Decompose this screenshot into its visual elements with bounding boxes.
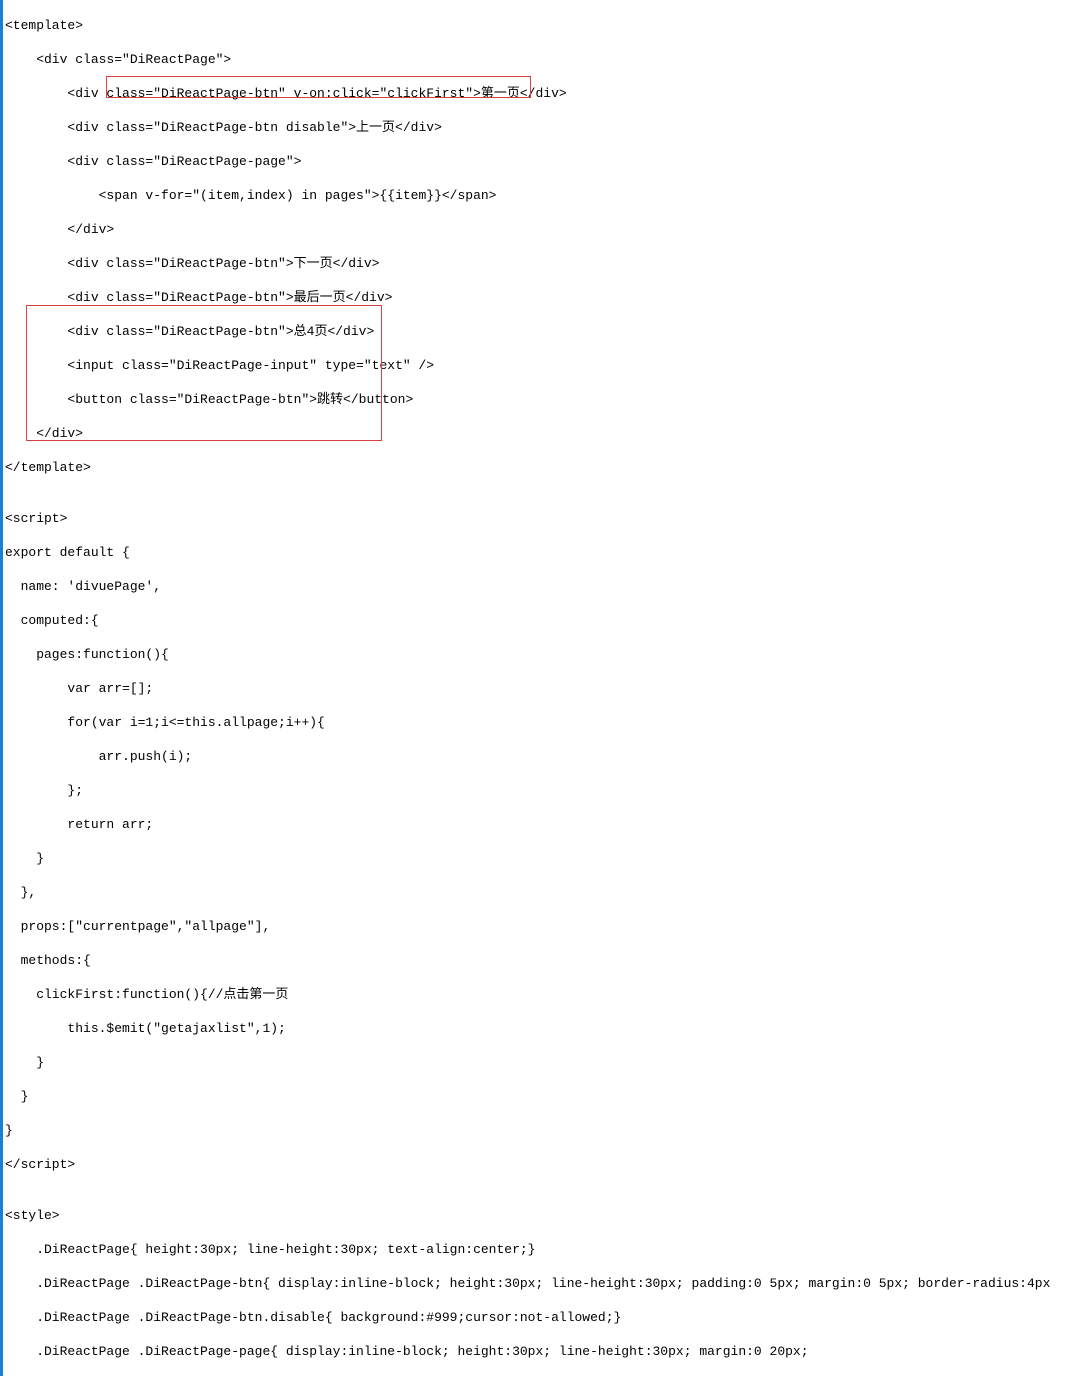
code-line: </script> <box>5 1156 1083 1173</box>
code-line: arr.push(i); <box>5 748 1083 765</box>
code-line: pages:function(){ <box>5 646 1083 663</box>
code-line: <script> <box>5 510 1083 527</box>
code-line: }, <box>5 884 1083 901</box>
code-line: props:["currentpage","allpage"], <box>5 918 1083 935</box>
code-line: <div class="DiReactPage-btn">总4页</div> <box>5 323 1083 340</box>
code-line: .DiReactPage .DiReactPage-btn.disable{ b… <box>5 1309 1083 1326</box>
code-line: <div class="DiReactPage-btn disable">上一页… <box>5 119 1083 136</box>
code-line: </div> <box>5 221 1083 238</box>
code-line: clickFirst:function(){//点击第一页 <box>5 986 1083 1003</box>
code-line: <style> <box>5 1207 1083 1224</box>
code-line: </div> <box>5 425 1083 442</box>
code-line: <div class="DiReactPage-btn" v-on:click=… <box>5 85 1083 102</box>
code-line: <div class="DiReactPage"> <box>5 51 1083 68</box>
code-line: for(var i=1;i<=this.allpage;i++){ <box>5 714 1083 731</box>
code-line: <div class="DiReactPage-btn">下一页</div> <box>5 255 1083 272</box>
code-line: <span v-for="(item,index) in pages">{{it… <box>5 187 1083 204</box>
code-line: this.$emit("getajaxlist",1); <box>5 1020 1083 1037</box>
code-line: } <box>5 1122 1083 1139</box>
code-block: <template> <div class="DiReactPage"> <di… <box>5 0 1083 1376</box>
code-line: <div class="DiReactPage-btn">最后一页</div> <box>5 289 1083 306</box>
code-line: <input class="DiReactPage-input" type="t… <box>5 357 1083 374</box>
code-line: export default { <box>5 544 1083 561</box>
code-line: methods:{ <box>5 952 1083 969</box>
code-line: var arr=[]; <box>5 680 1083 697</box>
code-line: <template> <box>5 17 1083 34</box>
code-line: computed:{ <box>5 612 1083 629</box>
code-line: </template> <box>5 459 1083 476</box>
code-line: .DiReactPage .DiReactPage-page{ display:… <box>5 1343 1083 1360</box>
code-line: } <box>5 850 1083 867</box>
code-line: } <box>5 1054 1083 1071</box>
code-line: .DiReactPage{ height:30px; line-height:3… <box>5 1241 1083 1258</box>
code-line: .DiReactPage .DiReactPage-btn{ display:i… <box>5 1275 1083 1292</box>
code-line: }; <box>5 782 1083 799</box>
code-line: return arr; <box>5 816 1083 833</box>
code-line: <button class="DiReactPage-btn">跳转</butt… <box>5 391 1083 408</box>
code-line: name: 'divuePage', <box>5 578 1083 595</box>
code-line: } <box>5 1088 1083 1105</box>
code-line: <div class="DiReactPage-page"> <box>5 153 1083 170</box>
